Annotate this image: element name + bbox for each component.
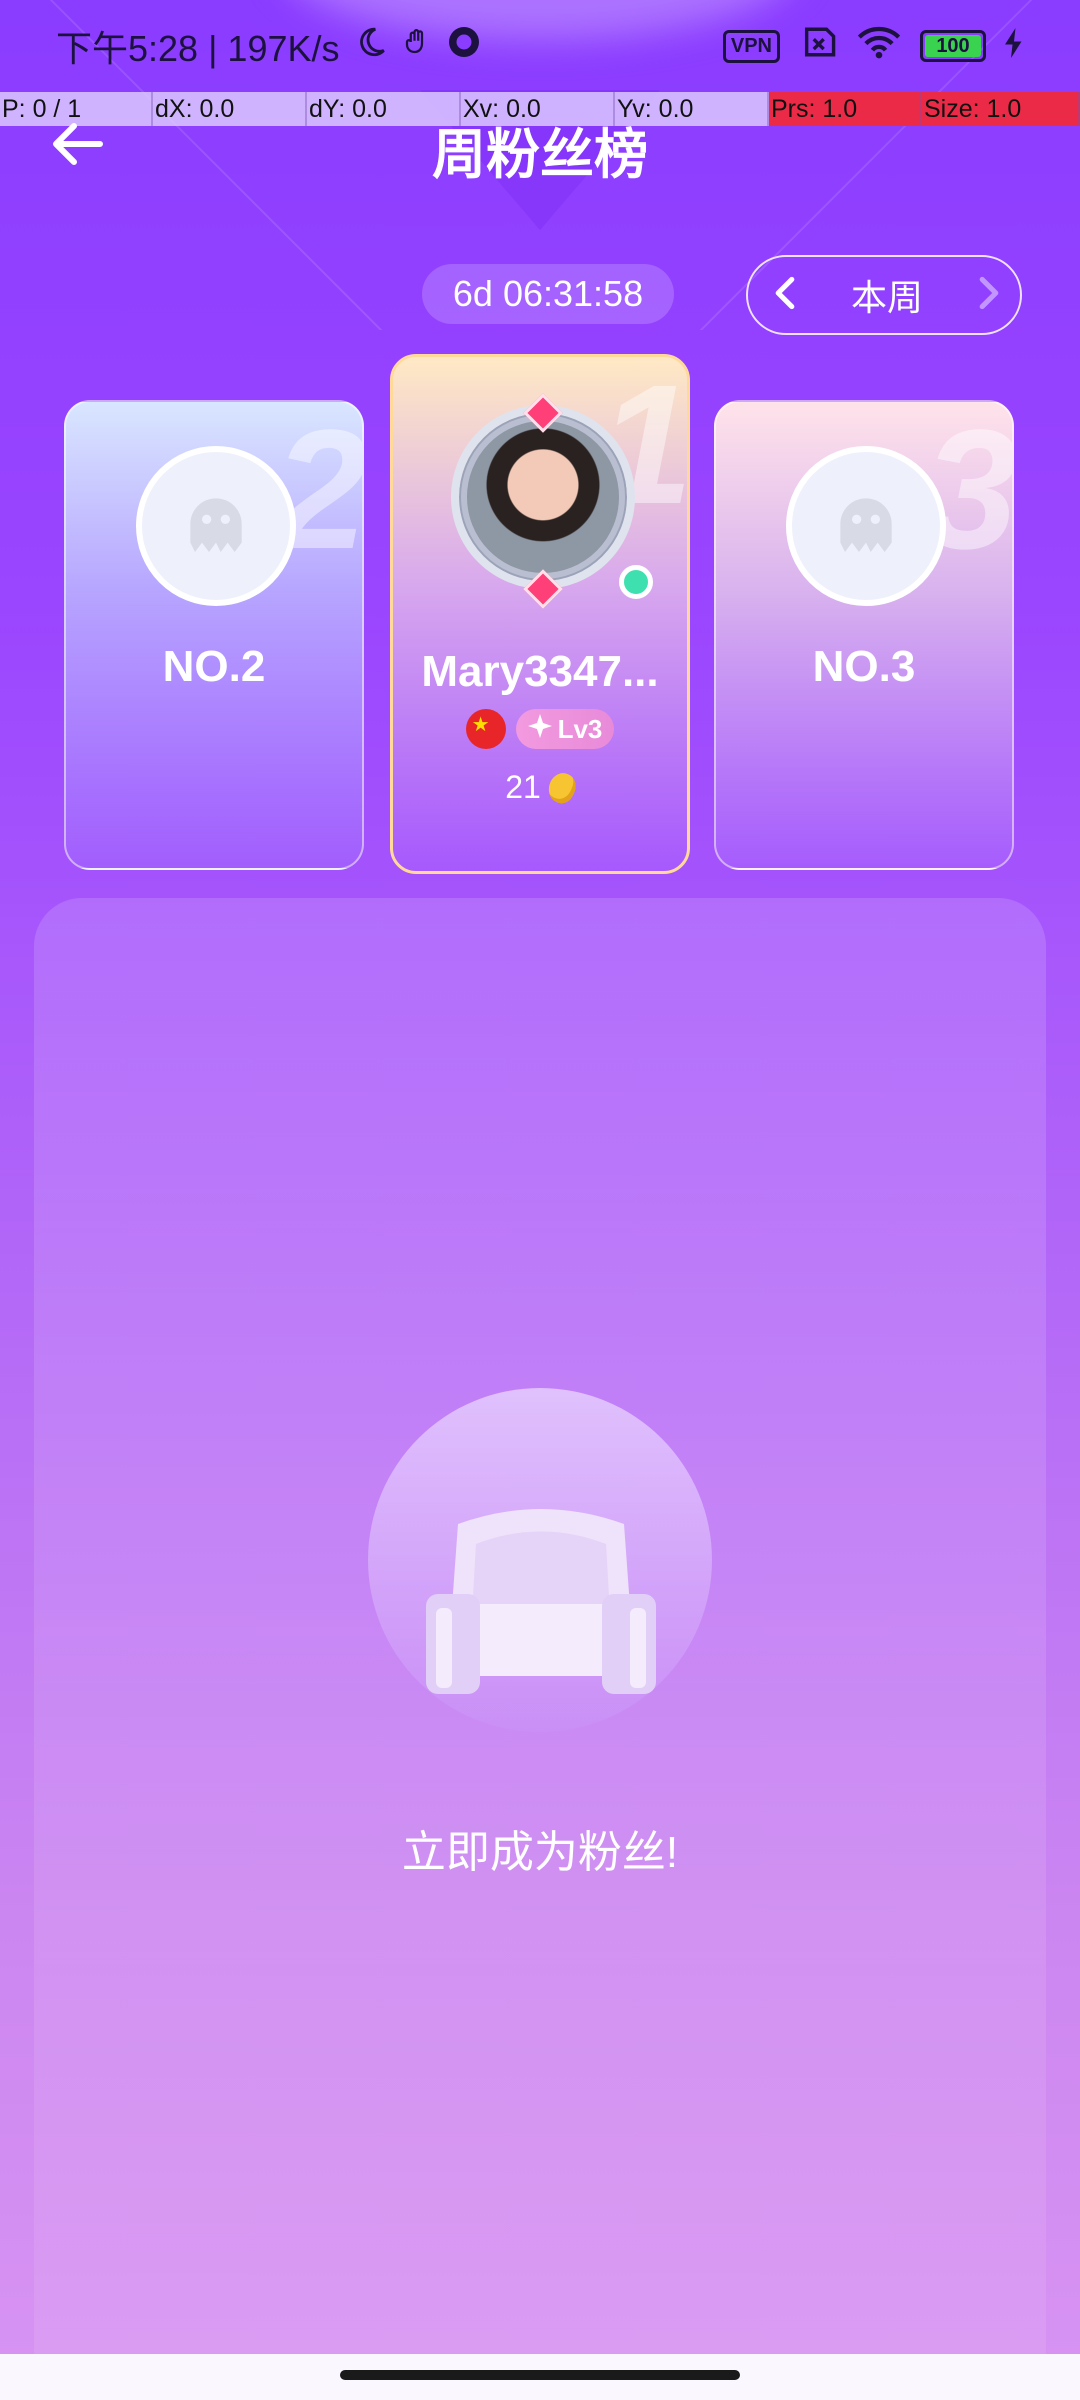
podium-card-first[interactable]: 1 Mary3347... Lv3 21: [390, 354, 690, 874]
fan-score: 21: [393, 768, 687, 807]
avatar-frame[interactable]: [433, 379, 653, 619]
empty-avatar: [136, 446, 296, 606]
app-icon: [446, 24, 482, 69]
moon-icon: [354, 25, 388, 68]
empty-state-illustration: [368, 1388, 712, 1732]
podium-label: NO.3: [812, 642, 916, 691]
wifi-icon: [856, 24, 902, 69]
countdown-timer: 6d 06:31:58: [422, 264, 674, 324]
ghost-icon: [181, 486, 251, 567]
empty-state-text: 立即成为粉丝!: [401, 1828, 679, 1877]
page-title: 周粉丝榜: [432, 125, 648, 185]
hand-icon: [402, 25, 432, 68]
home-indicator[interactable]: [340, 2370, 740, 2380]
chevron-right-icon[interactable]: [978, 276, 1000, 315]
bean-icon: [543, 768, 580, 807]
podium-card-second[interactable]: 2 NO.2: [64, 400, 364, 870]
china-flag-icon: [465, 709, 506, 749]
week-selector[interactable]: 本周: [746, 255, 1022, 335]
ghost-icon: [831, 486, 901, 567]
vpn-icon: VPN: [722, 29, 780, 63]
online-status-dot: [619, 565, 653, 599]
sofa-icon: [396, 1484, 686, 1709]
user-badges: Lv3: [393, 709, 687, 749]
level-text: Lv3: [557, 713, 603, 744]
no-sim-icon: [798, 25, 838, 68]
level-badge: Lv3: [515, 709, 615, 749]
podium-label: NO.2: [162, 642, 266, 691]
podium-card-third[interactable]: 3 NO.3: [714, 400, 1014, 870]
username: Mary3347...: [421, 647, 659, 696]
empty-avatar: [786, 446, 946, 606]
battery-level: 100: [936, 34, 970, 57]
avatar: [461, 415, 625, 579]
battery-icon: 100: [920, 30, 986, 62]
status-bar: 下午5:28 | 197K/s VPN 100: [0, 0, 1080, 92]
charging-icon: [1004, 25, 1024, 67]
chevron-left-icon[interactable]: [774, 276, 796, 315]
sparkle-icon: [527, 713, 552, 745]
status-time: 下午5:28 | 197K/s: [56, 28, 340, 69]
fan-list-panel: 立即成为粉丝!: [34, 898, 1046, 2400]
week-selector-label: 本周: [850, 277, 923, 318]
score-value: 21: [505, 769, 541, 805]
